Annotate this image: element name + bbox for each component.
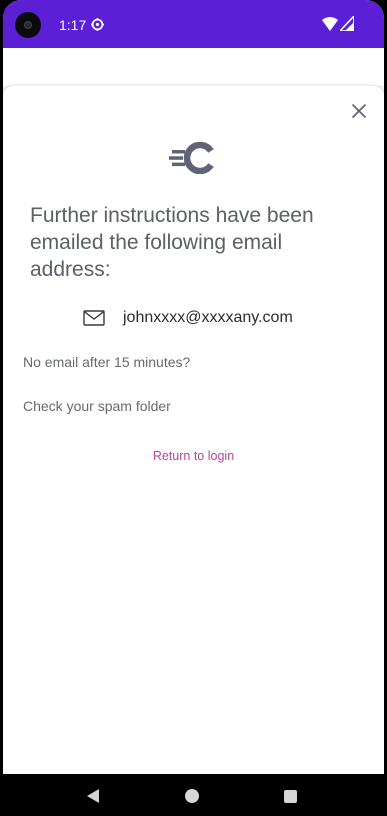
device-frame: 1:17 Further instructions have been emai… (0, 0, 387, 816)
recents-icon[interactable] (284, 790, 297, 803)
check-spam-text: Check your spam folder (23, 398, 171, 414)
status-bar: 1:17 (3, 0, 384, 48)
screen: 1:17 Further instructions have been emai… (3, 0, 384, 774)
wifi-icon (322, 17, 338, 31)
no-email-text: No email after 15 minutes? (23, 354, 191, 370)
brand-logo-icon (169, 142, 214, 174)
mail-icon (83, 310, 105, 326)
email-row: johnxxxx@xxxxany.com (83, 307, 293, 329)
signal-icon (340, 16, 354, 31)
home-icon[interactable] (185, 789, 199, 803)
email-address: johnxxxx@xxxxany.com (123, 309, 293, 326)
gear-icon (91, 18, 104, 31)
close-icon[interactable] (351, 103, 367, 119)
status-time: 1:17 (59, 17, 87, 33)
back-icon[interactable] (86, 788, 100, 804)
return-to-login-link[interactable]: Return to login (3, 449, 384, 463)
camera-cutout (15, 12, 41, 38)
page-title: Further instructions have been emailed t… (30, 204, 314, 281)
navigation-bar (0, 774, 387, 816)
modal-sheet: Further instructions have been emailed t… (3, 86, 384, 774)
page-behind-sheet (3, 48, 384, 86)
